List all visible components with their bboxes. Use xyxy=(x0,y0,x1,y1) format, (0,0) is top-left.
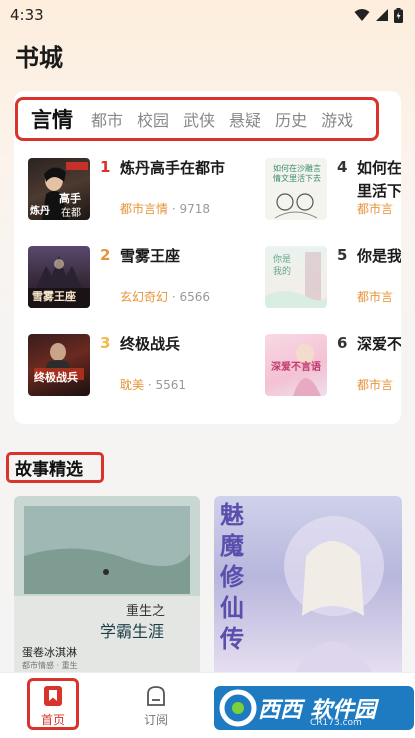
book-meta: 都市言 xyxy=(357,200,393,217)
subscribe-icon xyxy=(147,685,165,706)
tab-mystery[interactable]: 悬疑 xyxy=(229,107,261,131)
book-genre: 都市言情 xyxy=(120,202,169,216)
cover-art xyxy=(34,343,84,380)
book-cover: 高手 在都市 炼丹 xyxy=(28,158,90,220)
section-title: 故事精选 xyxy=(15,460,83,480)
book-item[interactable]: 高手 在都市 炼丹 1 炼丹高手在都市 都市言情 · 9718 xyxy=(28,158,230,220)
book-meta: 都市言 xyxy=(357,376,393,393)
book-item[interactable]: 雪雾王座 2 雪雾王座 玄幻奇幻 · 6566 xyxy=(28,246,230,308)
tab-game[interactable]: 游戏 xyxy=(321,107,353,131)
book-meta: 都市言 xyxy=(357,288,393,305)
watermark-url: CR173.com xyxy=(310,718,362,728)
tab-subscribe-label: 订阅 xyxy=(143,712,168,727)
rank-number: 6 xyxy=(337,334,348,352)
rank-number: 1 xyxy=(100,158,111,176)
book-genre: 都市言 xyxy=(357,378,394,392)
cell-signal-icon xyxy=(376,9,388,21)
page-title: 书城 xyxy=(15,44,63,72)
book-cover: 雪雾王座 xyxy=(28,246,90,308)
section-header: 故事精选 xyxy=(6,452,104,483)
status-bar: 4:33 xyxy=(0,0,415,30)
tab-history[interactable]: 历史 xyxy=(275,107,307,131)
ranking-card: 言情 都市 校园 武侠 悬疑 历史 游戏 高手 在都市 炼丹 1 炼丹高手在都市… xyxy=(14,91,401,424)
story-card[interactable]: 重生之 学霸生涯 蛋卷冰淇淋 都市情感 · 重生 xyxy=(14,496,200,676)
story-author: 蛋卷冰淇淋 xyxy=(22,646,77,659)
book-cover: 终极战兵 xyxy=(28,334,90,396)
book-count: · 5561 xyxy=(144,378,186,392)
story-title-line1: 重生之 xyxy=(126,604,166,619)
book-title: 如何在 xyxy=(357,159,401,177)
book-meta: 玄幻奇幻 · 6566 xyxy=(120,288,210,305)
watermark-text-1: 西西 xyxy=(258,698,303,723)
cover-badge: 炼丹 xyxy=(30,206,50,217)
book-title: 雪雾王座 xyxy=(120,247,181,265)
rank-number: 3 xyxy=(100,334,111,352)
book-meta: 都市言情 · 9718 xyxy=(120,200,210,217)
book-info: 5 你是我 都市言 xyxy=(337,246,401,308)
battery-icon xyxy=(394,7,403,23)
category-tabs: 言情 都市 校园 武侠 悬疑 历史 游戏 xyxy=(15,97,379,141)
story-sub: 都市情感 · 重生 xyxy=(22,661,78,670)
home-tab-highlight xyxy=(27,678,79,730)
book-info: 4 如何在 里活下 都市言 xyxy=(337,158,401,220)
tab-urban[interactable]: 都市 xyxy=(91,107,123,131)
status-icons xyxy=(354,7,403,23)
book-title-line2: 里活下 xyxy=(357,182,401,200)
book-cover: 深爱不言语 xyxy=(265,334,327,396)
rank-number: 2 xyxy=(100,246,111,264)
cover-title: 你是我的 xyxy=(273,255,292,277)
book-genre: 耽美 xyxy=(120,378,145,392)
book-info: 3 终极战兵 耽美 · 5561 xyxy=(100,334,230,396)
cover-title: 终极战兵 xyxy=(34,371,78,384)
book-item[interactable]: 深爱不言语 6 深爱不 都市言 xyxy=(265,334,401,396)
book-title: 炼丹高手在都市 xyxy=(120,159,226,177)
story-card[interactable]: 魅魔修仙传 xyxy=(214,496,402,676)
rank-number: 5 xyxy=(337,246,348,264)
book-meta: 耽美 · 5561 xyxy=(120,376,186,393)
book-title: 你是我 xyxy=(357,247,401,265)
cover-title: 如何在沙雕言情文里活下去 xyxy=(273,164,321,183)
book-title: 终极战兵 xyxy=(120,335,181,353)
book-info: 1 炼丹高手在都市 都市言情 · 9718 xyxy=(100,158,230,220)
book-genre: 玄幻奇幻 xyxy=(120,290,169,304)
book-item[interactable]: 你是我的 5 你是我 都市言 xyxy=(265,246,401,308)
tab-romance[interactable]: 言情 xyxy=(31,104,73,134)
cover-title-2: 在都市 xyxy=(61,208,81,219)
book-info: 2 雪雾王座 玄幻奇幻 · 6566 xyxy=(100,246,230,308)
story-title-line2: 学霸生涯 xyxy=(100,622,165,641)
book-cover: 如何在沙雕言情文里活下去 xyxy=(265,158,327,220)
book-title: 深爱不 xyxy=(357,335,401,353)
tab-wuxia[interactable]: 武侠 xyxy=(183,107,215,131)
book-info: 6 深爱不 都市言 xyxy=(337,334,401,396)
cover-title: 深爱不言语 xyxy=(271,362,321,373)
book-count: · 6566 xyxy=(168,290,210,304)
book-genre: 都市言 xyxy=(357,202,394,216)
cover-title: 雪雾王座 xyxy=(32,290,76,303)
book-item[interactable]: 终极战兵 3 终极战兵 耽美 · 5561 xyxy=(28,334,230,396)
tab-subscribe[interactable]: 订阅 xyxy=(126,673,186,738)
book-cover: 你是我的 xyxy=(265,246,327,308)
rank-number: 4 xyxy=(337,158,348,176)
watermark-logo: 西西 软件园 CR173.com xyxy=(214,678,414,732)
tab-campus[interactable]: 校园 xyxy=(137,107,169,131)
book-item[interactable]: 如何在沙雕言情文里活下去 4 如何在 里活下 都市言 xyxy=(265,158,401,220)
story-title: 魅魔修仙传 xyxy=(220,501,244,653)
status-time: 4:33 xyxy=(10,6,44,24)
wifi-icon xyxy=(354,9,370,21)
book-genre: 都市言 xyxy=(357,290,394,304)
book-count: · 9718 xyxy=(168,202,210,216)
